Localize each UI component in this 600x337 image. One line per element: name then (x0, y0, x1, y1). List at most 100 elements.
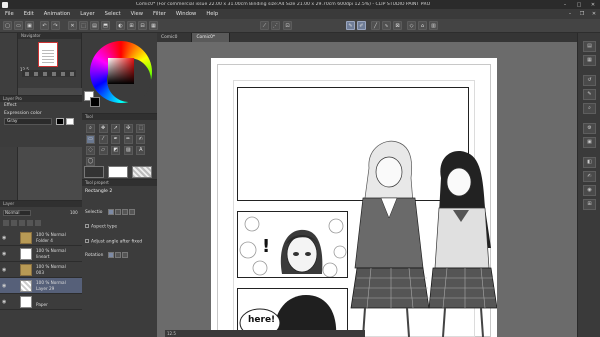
pattern-preview-white[interactable] (108, 166, 128, 178)
close-icon[interactable]: ✕ (588, 11, 600, 17)
redo-icon[interactable]: ↷ (51, 21, 60, 30)
shrink-icon[interactable]: ⊟ (138, 21, 147, 30)
stamp-icon[interactable]: ◉ (583, 185, 596, 196)
layer-property-tab[interactable]: Layer Pro (0, 96, 82, 102)
document-tab-active[interactable]: Comic0* (192, 33, 231, 42)
menu-edit[interactable]: Edit (19, 11, 39, 17)
saturation-value-picker[interactable] (108, 58, 134, 84)
clear-icon[interactable]: ✕ (68, 21, 77, 30)
layer-row[interactable]: ◉ 100 % Normal Folder 4 (0, 230, 82, 246)
material-icon[interactable]: ▦ (583, 55, 596, 66)
operation-tool-icon[interactable]: ➚ (111, 124, 121, 133)
menu-window[interactable]: Window (171, 11, 201, 17)
navigator-tab[interactable]: Navigator (18, 33, 81, 39)
aspect-checkbox[interactable] (85, 224, 89, 228)
vector-icon[interactable]: ⟋ (260, 21, 269, 30)
sub-tool-tab[interactable]: Tool (82, 114, 157, 120)
document-tab[interactable]: Comic0 (157, 33, 193, 42)
intersect-selection-icon[interactable] (129, 209, 135, 215)
add-selection-icon[interactable] (115, 209, 121, 215)
layer-tab[interactable]: Layer (0, 201, 82, 207)
deselect-icon[interactable]: ⬒ (101, 21, 110, 30)
menu-filter[interactable]: Filter (148, 11, 171, 17)
menu-select[interactable]: Select (100, 11, 126, 17)
menu-view[interactable]: View (126, 11, 148, 17)
mask-icon[interactable] (35, 220, 41, 226)
maximize-button[interactable]: □ (572, 0, 586, 9)
panel-icon[interactable]: ▣ (583, 137, 596, 148)
menu-help[interactable]: Help (201, 11, 223, 17)
color-set-icon[interactable]: ◧ (583, 157, 596, 168)
brush-tool-icon[interactable]: ✍ (136, 135, 146, 144)
grid-icon[interactable]: ⊞ (583, 199, 596, 210)
pattern-preview-dark[interactable] (84, 166, 104, 178)
save-icon[interactable]: ▣ (25, 21, 34, 30)
zoom-in-icon[interactable] (33, 71, 38, 76)
expression-color-select[interactable]: Gray (4, 118, 52, 125)
aspect-row[interactable]: Aspect type (85, 224, 117, 230)
eye-icon[interactable]: ◉ (2, 251, 6, 257)
perspective-icon[interactable]: ◇ (407, 21, 416, 30)
fill-icon[interactable]: ▤ (90, 21, 99, 30)
tool-icon[interactable]: ✎ (583, 89, 596, 100)
curve-icon[interactable]: ∿ (382, 21, 391, 30)
white-chip[interactable] (66, 118, 74, 125)
eye-icon[interactable]: ◉ (2, 235, 6, 241)
fill-tool-icon[interactable]: ◩ (111, 146, 121, 155)
zoom-tool-icon[interactable]: ⌕ (86, 124, 95, 133)
move-tool-icon[interactable]: ✥ (98, 124, 108, 133)
history-icon[interactable]: ↺ (583, 75, 596, 86)
transform-icon[interactable]: ⬚ (79, 21, 88, 30)
new-file-icon[interactable]: ▢ (3, 21, 12, 30)
invert-icon[interactable]: ◐ (116, 21, 125, 30)
eye-icon[interactable]: ◉ (2, 299, 6, 305)
black-chip[interactable] (56, 118, 64, 125)
snap-ruler-icon[interactable]: ⊡ (283, 21, 292, 30)
rotation-option-1[interactable] (108, 252, 114, 258)
lock-icon[interactable]: ⌂ (418, 21, 427, 30)
layer-row[interactable]: ◉ 100 % Normal 003 (0, 262, 82, 278)
blend-mode-select[interactable]: Normal (3, 210, 31, 216)
minimize-button[interactable]: – (558, 0, 572, 9)
rotate-left-icon[interactable] (42, 71, 47, 76)
grid-snap-icon[interactable]: ⊠ (393, 21, 402, 30)
brush-icon[interactable]: ✍ (583, 171, 596, 182)
eye-icon[interactable]: ◉ (2, 283, 6, 289)
pencil-mode-icon[interactable]: ✐ (357, 21, 366, 30)
airbrush-icon[interactable]: ◌ (86, 146, 95, 155)
move-layer-icon[interactable]: ✣ (123, 124, 133, 133)
new-selection-icon[interactable] (108, 209, 114, 215)
pencil-tool-icon[interactable]: ✏ (123, 135, 133, 144)
layer-icon[interactable]: ▤ (583, 41, 596, 52)
eye-icon[interactable]: ◉ (2, 267, 6, 273)
menu-animation[interactable]: Animation (39, 11, 75, 17)
lock-layer-icon[interactable] (19, 220, 25, 226)
layer-row-selected[interactable]: ◉ 100 % Normal Layer 29 (0, 278, 82, 294)
layer-row[interactable]: ◉ Paper (0, 294, 82, 310)
comic-panel-girl[interactable]: ! (237, 211, 348, 278)
clip-icon[interactable] (3, 220, 9, 226)
layer-row[interactable]: ◉ 100 % Normal lineart (0, 246, 82, 262)
navigator-thumbnail[interactable] (38, 42, 58, 67)
balloon-icon[interactable]: ◯ (86, 157, 95, 166)
flip-icon[interactable] (60, 71, 65, 76)
open-file-icon[interactable]: ▭ (14, 21, 23, 30)
pen-tool-icon[interactable]: ✒ (111, 135, 121, 144)
adjust-angle-row[interactable]: Adjust angle after fixed (85, 239, 142, 245)
pen-mode-icon[interactable]: ✎ (346, 21, 355, 30)
main-color-swatch[interactable] (90, 97, 100, 107)
minimize-icon[interactable]: – (564, 11, 576, 17)
rotation-option-3[interactable] (122, 252, 128, 258)
zoom-out-icon[interactable] (24, 71, 29, 76)
reference-icon[interactable] (11, 220, 17, 226)
expand-icon[interactable]: ⊞ (127, 21, 136, 30)
ruler-icon[interactable]: ▦ (149, 21, 158, 30)
adjust-angle-checkbox[interactable] (85, 239, 89, 243)
selection-tool-icon[interactable]: ⬚ (136, 124, 146, 133)
subtract-selection-icon[interactable] (122, 209, 128, 215)
menu-file[interactable]: File (0, 11, 19, 17)
rotation-option-2[interactable] (115, 252, 121, 258)
settings-icon[interactable]: ⚙ (583, 123, 596, 134)
eyedropper-icon[interactable]: ⁄ (98, 135, 108, 144)
manga-page[interactable]: + ! here! (211, 58, 497, 337)
